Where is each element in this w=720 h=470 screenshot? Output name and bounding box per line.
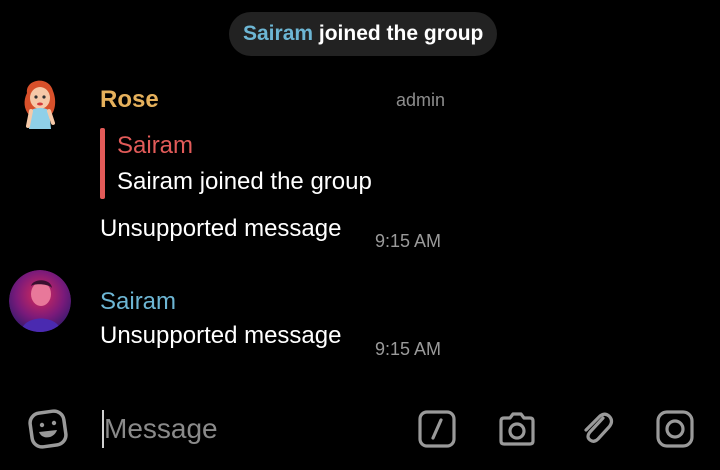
instagram-button[interactable] bbox=[655, 409, 695, 449]
chat-view: Sairam joined the group Rose admin Saira… bbox=[0, 0, 720, 470]
bot-command-button[interactable] bbox=[417, 409, 457, 449]
service-message-name[interactable]: Sairam bbox=[243, 22, 313, 45]
avatar-sairam[interactable] bbox=[9, 270, 71, 332]
message-input[interactable] bbox=[104, 409, 394, 449]
instagram-icon bbox=[656, 410, 694, 448]
camera-button[interactable] bbox=[497, 409, 537, 449]
sender-name[interactable]: Rose bbox=[100, 86, 159, 114]
reply-sender-name[interactable]: Sairam bbox=[117, 132, 193, 160]
bot-command-icon bbox=[418, 410, 456, 448]
camera-icon bbox=[499, 412, 535, 446]
rose-avatar-icon bbox=[24, 80, 56, 129]
attach-button[interactable] bbox=[577, 408, 617, 448]
attach-icon bbox=[584, 412, 614, 443]
admin-badge: admin bbox=[396, 90, 446, 110]
service-message-action: joined the group bbox=[318, 22, 484, 45]
message-text: Unsupported message bbox=[100, 215, 342, 242]
reply-quote-bar bbox=[100, 128, 105, 199]
avatar-rose[interactable] bbox=[9, 71, 71, 133]
emoji-icon bbox=[28, 409, 68, 449]
message-text: Unsupported message bbox=[100, 322, 342, 349]
sender-name[interactable]: Sairam bbox=[100, 288, 176, 316]
sairam-avatar-icon bbox=[9, 270, 71, 332]
message-time: 9:15 AM bbox=[375, 231, 442, 251]
message-time: 9:15 AM bbox=[375, 339, 442, 359]
service-message: Sairam joined the group bbox=[229, 12, 498, 56]
emoji-button[interactable] bbox=[28, 409, 68, 449]
reply-text[interactable]: Sairam joined the group bbox=[117, 168, 372, 196]
